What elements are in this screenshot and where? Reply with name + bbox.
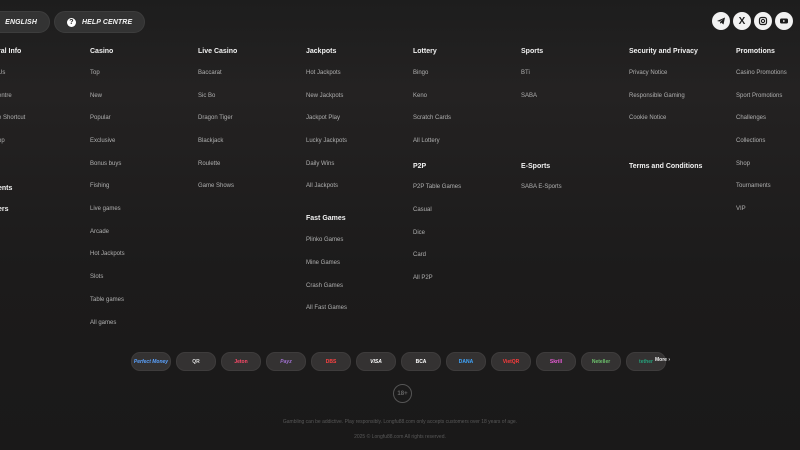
footer-link[interactable]: Collections	[736, 137, 765, 145]
column-title[interactable]: ers	[0, 205, 9, 215]
column-title: ral Info	[0, 48, 22, 55]
footer-link[interactable]: Plinko Games	[306, 236, 343, 244]
footer-link[interactable]: New	[90, 92, 102, 100]
footer-link[interactable]: SABA	[521, 92, 537, 100]
footer-link[interactable]: Mine Games	[306, 259, 340, 267]
security-privacy-title: Security and Privacy	[629, 48, 698, 55]
copyright-text: 2025 © Longfu88.com All rights reserved.	[354, 434, 446, 440]
footer-column-general-info: ral Info	[0, 47, 21, 57]
footer-link[interactable]: Bonus buys	[90, 160, 121, 168]
payment-logo: BCA	[401, 352, 441, 371]
x-icon[interactable]: X	[733, 12, 751, 30]
footer-link[interactable]: Fishing	[90, 182, 109, 190]
footer-link[interactable]: New Jackpots	[306, 92, 343, 100]
footer-link[interactable]: Tournaments	[736, 182, 771, 190]
footer-link[interactable]: Exclusive	[90, 137, 115, 145]
footer-link[interactable]: VIP	[736, 205, 746, 213]
payment-logo: Payz	[266, 352, 306, 371]
promotions-title: Promotions	[736, 48, 775, 55]
help-centre-button[interactable]: ? HELP CENTRE	[54, 11, 146, 33]
footer-link[interactable]: Roulette	[198, 160, 220, 168]
terms-conditions-title[interactable]: Terms and Conditions	[629, 162, 702, 172]
e-sports-title: E-Sports	[521, 163, 551, 170]
youtube-icon[interactable]	[775, 12, 793, 30]
footer-link[interactable]: Lucky Jackpots	[306, 137, 347, 145]
footer-link[interactable]: Jackpot Play	[306, 114, 340, 122]
casino-title: Casino	[90, 48, 114, 55]
footer-link[interactable]: SABA E-Sports	[521, 183, 562, 191]
help-centre-label: HELP CENTRE	[82, 18, 133, 26]
payment-logo: Neteller	[581, 352, 621, 371]
footer-link[interactable]: All P2P	[413, 274, 433, 282]
footer-link[interactable]: Challenges	[736, 114, 766, 122]
footer-link[interactable]: All Fast Games	[306, 304, 347, 312]
footer-link[interactable]: Dragon Tiger	[198, 114, 233, 122]
footer-link[interactable]: BTi	[521, 69, 530, 77]
footer-link[interactable]: Top	[90, 69, 100, 77]
live-casino-title: Live Casino	[198, 48, 238, 55]
column-title[interactable]: ents	[0, 184, 12, 194]
footer-link[interactable]: Scratch Cards	[413, 114, 451, 122]
footer-link[interactable]: entre	[0, 92, 12, 100]
footer-link[interactable]: Live games	[90, 205, 121, 213]
language-label: ENGLISH	[5, 18, 37, 26]
footer-link[interactable]: Popular	[90, 114, 111, 122]
footer-link[interactable]: Responsible Gaming	[629, 92, 685, 100]
footer-link[interactable]: Hot Jackpots	[306, 69, 341, 77]
footer-link[interactable]: All games	[90, 319, 116, 327]
footer-link[interactable]: All Jackpots	[306, 182, 338, 190]
more-payments-link[interactable]: More ›	[655, 357, 670, 363]
payment-logo: VISA	[356, 352, 396, 371]
language-button[interactable]: ENGLISH	[0, 11, 50, 33]
footer-link[interactable]: Hot Jackpots	[90, 250, 125, 258]
question-icon: ?	[67, 17, 76, 27]
footer-link[interactable]: Shop	[736, 160, 750, 168]
chevron-right-icon: ›	[668, 357, 671, 363]
footer-link[interactable]: Blackjack	[198, 137, 223, 145]
footer-link[interactable]: Table games	[90, 296, 124, 304]
footer-link[interactable]: Cookie Notice	[629, 114, 666, 122]
payment-logo: DANA	[446, 352, 486, 371]
payment-logo: DBS	[311, 352, 351, 371]
footer-link[interactable]: Casino Promotions	[736, 69, 787, 77]
footer-link[interactable]: P2P Table Games	[413, 183, 461, 191]
payment-logo: Jeton	[221, 352, 261, 371]
payment-logo: VietQR	[491, 352, 531, 371]
lottery-title: Lottery	[413, 48, 437, 55]
footer-link[interactable]: Card	[413, 251, 426, 259]
payment-logo: QR	[176, 352, 216, 371]
jackpots-title: Jackpots	[306, 48, 337, 55]
footer-link[interactable]: Game Shows	[198, 182, 234, 190]
payment-methods: Perfect Money QR Jeton Payz DBS VISA BCA…	[131, 352, 666, 371]
footer-link[interactable]: Dice	[413, 229, 425, 237]
disclaimer-text: Gambling can be addictive. Play responsi…	[282, 419, 518, 425]
footer-link[interactable]: Sic Bo	[198, 92, 215, 100]
sports-title: Sports	[521, 48, 544, 55]
footer-link[interactable]: Crash Games	[306, 282, 343, 290]
footer-link[interactable]: All Lottery	[413, 137, 440, 145]
footer-link[interactable]: Privacy Notice	[629, 69, 667, 77]
footer-link[interactable]: Baccarat	[198, 69, 222, 77]
footer-link[interactable]: Sport Promotions	[736, 92, 782, 100]
fast-games-title: Fast Games	[306, 215, 346, 222]
payment-logo: Skrill	[536, 352, 576, 371]
footer-link[interactable]: e Shortcut	[0, 114, 25, 122]
footer-link[interactable]: Arcade	[90, 228, 109, 236]
footer-link[interactable]: Us	[0, 69, 5, 77]
age-restriction-badge: 18+	[393, 384, 412, 403]
instagram-icon[interactable]	[754, 12, 772, 30]
footer-link[interactable]: Casual	[413, 206, 432, 214]
footer-link[interactable]: op	[0, 137, 5, 145]
footer-link[interactable]: Daily Wins	[306, 160, 334, 168]
p2p-title: P2P	[413, 163, 427, 170]
footer-link[interactable]: Bingo	[413, 69, 428, 77]
footer-link[interactable]: Slots	[90, 273, 103, 281]
payment-logo: Perfect Money	[131, 352, 171, 371]
telegram-icon[interactable]	[712, 12, 730, 30]
footer-link[interactable]: Keno	[413, 92, 427, 100]
